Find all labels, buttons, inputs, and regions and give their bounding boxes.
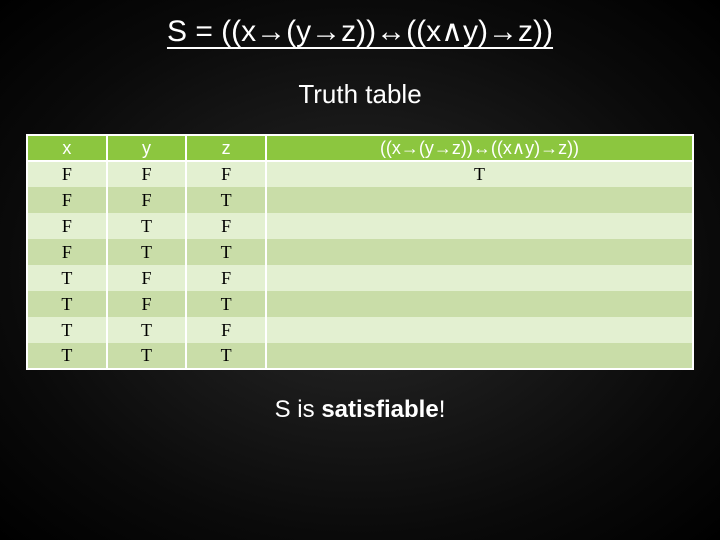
cell-y: T	[107, 213, 187, 239]
cell-y: F	[107, 265, 187, 291]
cell-z: F	[186, 161, 266, 187]
table-row: F F T	[27, 187, 693, 213]
cell-y: F	[107, 291, 187, 317]
cell-x: F	[27, 187, 107, 213]
cell-z: T	[186, 343, 266, 369]
table-row: F F F T	[27, 161, 693, 187]
conclusion-pre: S is	[275, 396, 322, 423]
cell-s	[266, 265, 693, 291]
cell-s	[266, 187, 693, 213]
conclusion-text: S is satisfiable!	[0, 396, 720, 424]
table-row: T F T	[27, 291, 693, 317]
cell-y: F	[107, 187, 187, 213]
truth-table: x y z ((x→(y→z))↔((x∧y)→z)) F F F T F F …	[26, 134, 694, 370]
col-header-x: x	[27, 135, 107, 161]
cell-x: T	[27, 265, 107, 291]
cell-z: T	[186, 291, 266, 317]
table-title: Truth table	[0, 79, 720, 110]
cell-y: T	[107, 239, 187, 265]
table-row: T T F	[27, 317, 693, 343]
table-header-row: x y z ((x→(y→z))↔((x∧y)→z))	[27, 135, 693, 161]
cell-s	[266, 239, 693, 265]
table-row: F T T	[27, 239, 693, 265]
cell-s	[266, 213, 693, 239]
col-header-z: z	[186, 135, 266, 161]
table-row: T T T	[27, 343, 693, 369]
cell-z: F	[186, 265, 266, 291]
cell-z: F	[186, 317, 266, 343]
cell-x: F	[27, 161, 107, 187]
cell-z: F	[186, 213, 266, 239]
truth-table-container: x y z ((x→(y→z))↔((x∧y)→z)) F F F T F F …	[26, 134, 694, 370]
cell-s: T	[266, 161, 693, 187]
cell-x: T	[27, 317, 107, 343]
table-row: F T F	[27, 213, 693, 239]
cell-y: T	[107, 317, 187, 343]
cell-s	[266, 343, 693, 369]
cell-s	[266, 291, 693, 317]
cell-x: T	[27, 343, 107, 369]
cell-x: F	[27, 213, 107, 239]
cell-y: T	[107, 343, 187, 369]
cell-z: T	[186, 187, 266, 213]
col-header-s: ((x→(y→z))↔((x∧y)→z))	[266, 135, 693, 161]
cell-x: F	[27, 239, 107, 265]
conclusion-post: !	[439, 396, 446, 423]
cell-z: T	[186, 239, 266, 265]
formula-title: S = ((x→(y→z))↔((x∧y)→z))	[0, 0, 720, 49]
conclusion-bold: satisfiable	[321, 396, 438, 423]
table-row: T F F	[27, 265, 693, 291]
cell-x: T	[27, 291, 107, 317]
cell-s	[266, 317, 693, 343]
cell-y: F	[107, 161, 187, 187]
col-header-y: y	[107, 135, 187, 161]
